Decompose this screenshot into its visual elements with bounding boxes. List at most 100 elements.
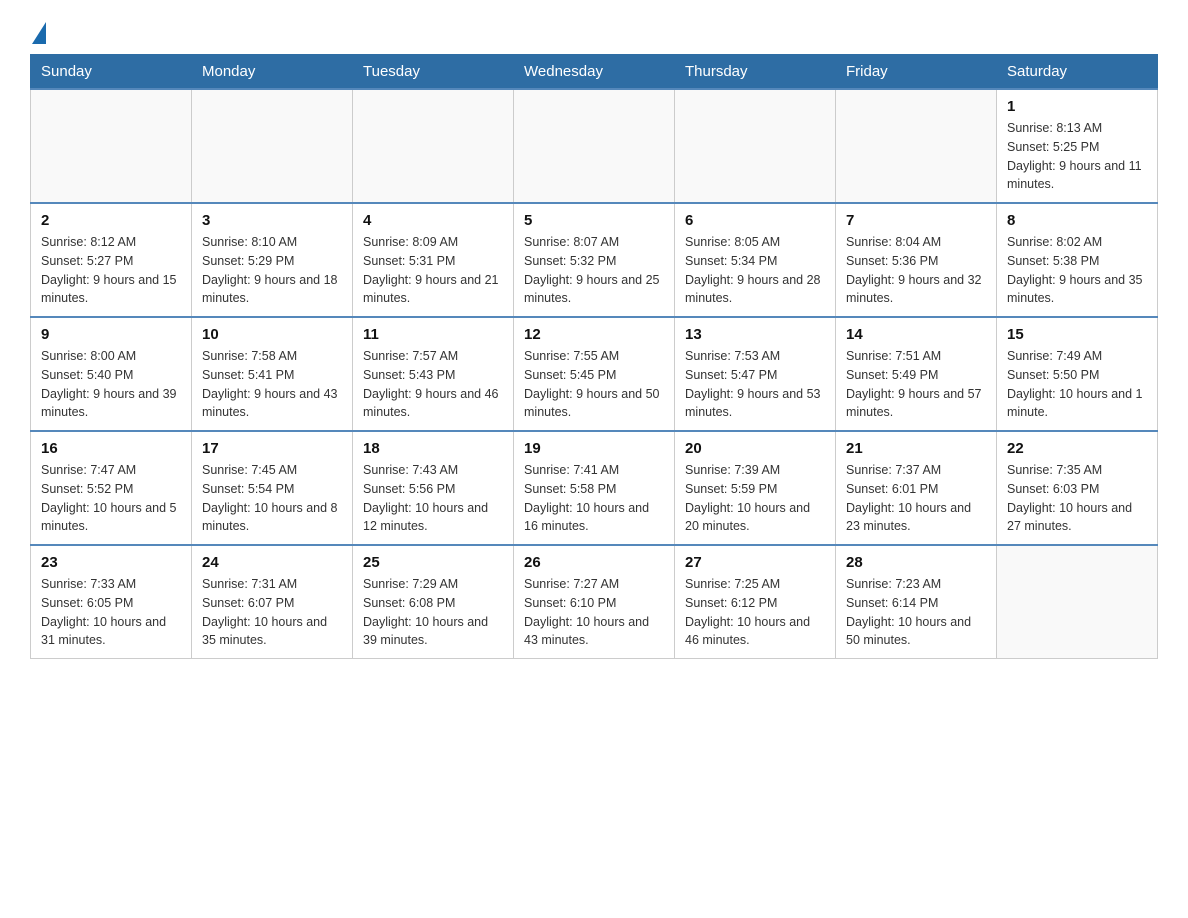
logo xyxy=(30,20,46,44)
calendar-cell: 22 Sunrise: 7:35 AMSunset: 6:03 PMDayligh… xyxy=(997,431,1158,545)
calendar-cell: 1 Sunrise: 8:13 AMSunset: 5:25 PMDaylight… xyxy=(997,89,1158,203)
calendar-cell xyxy=(514,89,675,203)
calendar-week-row: 23 Sunrise: 7:33 AMSunset: 6:05 PMDayligh… xyxy=(31,545,1158,659)
day-header-wednesday: Wednesday xyxy=(514,55,675,90)
calendar-cell: 23 Sunrise: 7:33 AMSunset: 6:05 PMDayligh… xyxy=(31,545,192,659)
calendar-cell: 20 Sunrise: 7:39 AMSunset: 5:59 PMDayligh… xyxy=(675,431,836,545)
day-info: Sunrise: 7:35 AMSunset: 6:03 PMDaylight:… xyxy=(1007,461,1147,536)
calendar-header-row: SundayMondayTuesdayWednesdayThursdayFrid… xyxy=(31,55,1158,90)
day-info: Sunrise: 7:23 AMSunset: 6:14 PMDaylight:… xyxy=(846,575,986,650)
day-info: Sunrise: 7:43 AMSunset: 5:56 PMDaylight:… xyxy=(363,461,503,536)
calendar-cell: 15 Sunrise: 7:49 AMSunset: 5:50 PMDayligh… xyxy=(997,317,1158,431)
day-number: 9 xyxy=(41,326,181,343)
calendar-cell: 5 Sunrise: 8:07 AMSunset: 5:32 PMDaylight… xyxy=(514,203,675,317)
calendar-cell: 7 Sunrise: 8:04 AMSunset: 5:36 PMDaylight… xyxy=(836,203,997,317)
calendar-cell xyxy=(997,545,1158,659)
day-number: 6 xyxy=(685,212,825,229)
day-info: Sunrise: 8:02 AMSunset: 5:38 PMDaylight:… xyxy=(1007,233,1147,308)
day-number: 1 xyxy=(1007,98,1147,115)
day-info: Sunrise: 7:47 AMSunset: 5:52 PMDaylight:… xyxy=(41,461,181,536)
calendar-cell: 3 Sunrise: 8:10 AMSunset: 5:29 PMDaylight… xyxy=(192,203,353,317)
day-info: Sunrise: 7:39 AMSunset: 5:59 PMDaylight:… xyxy=(685,461,825,536)
calendar-cell: 18 Sunrise: 7:43 AMSunset: 5:56 PMDayligh… xyxy=(353,431,514,545)
calendar-week-row: 16 Sunrise: 7:47 AMSunset: 5:52 PMDayligh… xyxy=(31,431,1158,545)
logo-triangle-icon xyxy=(32,22,46,44)
day-info: Sunrise: 7:27 AMSunset: 6:10 PMDaylight:… xyxy=(524,575,664,650)
day-info: Sunrise: 7:33 AMSunset: 6:05 PMDaylight:… xyxy=(41,575,181,650)
day-info: Sunrise: 7:25 AMSunset: 6:12 PMDaylight:… xyxy=(685,575,825,650)
calendar-cell xyxy=(353,89,514,203)
calendar-cell: 4Sunrise: 8:09 AMSunset: 5:31 PMDaylight… xyxy=(353,203,514,317)
calendar-cell: 6 Sunrise: 8:05 AMSunset: 5:34 PMDaylight… xyxy=(675,203,836,317)
day-number: 22 xyxy=(1007,440,1147,457)
day-info: Sunrise: 7:29 AMSunset: 6:08 PMDaylight:… xyxy=(363,575,503,650)
calendar-cell: 25 Sunrise: 7:29 AMSunset: 6:08 PMDayligh… xyxy=(353,545,514,659)
calendar-table: SundayMondayTuesdayWednesdayThursdayFrid… xyxy=(30,54,1158,659)
day-number: 28 xyxy=(846,554,986,571)
day-info: Sunrise: 7:53 AMSunset: 5:47 PMDaylight:… xyxy=(685,347,825,422)
day-header-tuesday: Tuesday xyxy=(353,55,514,90)
day-number: 7 xyxy=(846,212,986,229)
day-info: Sunrise: 7:41 AMSunset: 5:58 PMDaylight:… xyxy=(524,461,664,536)
day-number: 27 xyxy=(685,554,825,571)
day-info: Sunrise: 7:31 AMSunset: 6:07 PMDaylight:… xyxy=(202,575,342,650)
day-number: 8 xyxy=(1007,212,1147,229)
day-info: Sunrise: 8:00 AMSunset: 5:40 PMDaylight:… xyxy=(41,347,181,422)
day-info: Sunrise: 8:13 AMSunset: 5:25 PMDaylight:… xyxy=(1007,119,1147,194)
day-number: 18 xyxy=(363,440,503,457)
calendar-cell: 26 Sunrise: 7:27 AMSunset: 6:10 PMDayligh… xyxy=(514,545,675,659)
day-number: 26 xyxy=(524,554,664,571)
calendar-cell: 11Sunrise: 7:57 AMSunset: 5:43 PMDayligh… xyxy=(353,317,514,431)
day-number: 25 xyxy=(363,554,503,571)
day-info: Sunrise: 8:10 AMSunset: 5:29 PMDaylight:… xyxy=(202,233,342,308)
calendar-cell: 14 Sunrise: 7:51 AMSunset: 5:49 PMDayligh… xyxy=(836,317,997,431)
day-number: 20 xyxy=(685,440,825,457)
day-number: 23 xyxy=(41,554,181,571)
day-info: Sunrise: 7:57 AMSunset: 5:43 PMDaylight:… xyxy=(363,347,503,422)
calendar-cell: 2 Sunrise: 8:12 AMSunset: 5:27 PMDaylight… xyxy=(31,203,192,317)
day-info: Sunrise: 7:37 AMSunset: 6:01 PMDaylight:… xyxy=(846,461,986,536)
day-info: Sunrise: 8:07 AMSunset: 5:32 PMDaylight:… xyxy=(524,233,664,308)
day-info: Sunrise: 7:51 AMSunset: 5:49 PMDaylight:… xyxy=(846,347,986,422)
calendar-cell: 21 Sunrise: 7:37 AMSunset: 6:01 PMDayligh… xyxy=(836,431,997,545)
day-info: Sunrise: 8:05 AMSunset: 5:34 PMDaylight:… xyxy=(685,233,825,308)
calendar-cell: 13Sunrise: 7:53 AMSunset: 5:47 PMDayligh… xyxy=(675,317,836,431)
day-number: 5 xyxy=(524,212,664,229)
day-header-sunday: Sunday xyxy=(31,55,192,90)
day-info: Sunrise: 8:12 AMSunset: 5:27 PMDaylight:… xyxy=(41,233,181,308)
day-header-friday: Friday xyxy=(836,55,997,90)
calendar-cell xyxy=(675,89,836,203)
day-number: 10 xyxy=(202,326,342,343)
calendar-cell: 27 Sunrise: 7:25 AMSunset: 6:12 PMDayligh… xyxy=(675,545,836,659)
day-info: Sunrise: 7:49 AMSunset: 5:50 PMDaylight:… xyxy=(1007,347,1147,422)
day-number: 21 xyxy=(846,440,986,457)
day-number: 17 xyxy=(202,440,342,457)
day-number: 2 xyxy=(41,212,181,229)
calendar-week-row: 9 Sunrise: 8:00 AMSunset: 5:40 PMDaylight… xyxy=(31,317,1158,431)
page-header xyxy=(30,20,1158,44)
day-header-saturday: Saturday xyxy=(997,55,1158,90)
day-info: Sunrise: 7:58 AMSunset: 5:41 PMDaylight:… xyxy=(202,347,342,422)
day-header-monday: Monday xyxy=(192,55,353,90)
day-number: 16 xyxy=(41,440,181,457)
day-number: 24 xyxy=(202,554,342,571)
day-number: 12 xyxy=(524,326,664,343)
calendar-cell: 17 Sunrise: 7:45 AMSunset: 5:54 PMDayligh… xyxy=(192,431,353,545)
calendar-cell: 16 Sunrise: 7:47 AMSunset: 5:52 PMDayligh… xyxy=(31,431,192,545)
day-info: Sunrise: 7:45 AMSunset: 5:54 PMDaylight:… xyxy=(202,461,342,536)
calendar-cell: 10 Sunrise: 7:58 AMSunset: 5:41 PMDayligh… xyxy=(192,317,353,431)
calendar-cell xyxy=(836,89,997,203)
calendar-cell: 8 Sunrise: 8:02 AMSunset: 5:38 PMDaylight… xyxy=(997,203,1158,317)
calendar-cell xyxy=(31,89,192,203)
calendar-week-row: 2 Sunrise: 8:12 AMSunset: 5:27 PMDaylight… xyxy=(31,203,1158,317)
day-info: Sunrise: 8:04 AMSunset: 5:36 PMDaylight:… xyxy=(846,233,986,308)
calendar-cell: 9 Sunrise: 8:00 AMSunset: 5:40 PMDaylight… xyxy=(31,317,192,431)
day-info: Sunrise: 8:09 AMSunset: 5:31 PMDaylight:… xyxy=(363,233,503,308)
day-info: Sunrise: 7:55 AMSunset: 5:45 PMDaylight:… xyxy=(524,347,664,422)
day-number: 3 xyxy=(202,212,342,229)
calendar-cell xyxy=(192,89,353,203)
calendar-cell: 12 Sunrise: 7:55 AMSunset: 5:45 PMDayligh… xyxy=(514,317,675,431)
day-number: 15 xyxy=(1007,326,1147,343)
day-number: 14 xyxy=(846,326,986,343)
day-header-thursday: Thursday xyxy=(675,55,836,90)
